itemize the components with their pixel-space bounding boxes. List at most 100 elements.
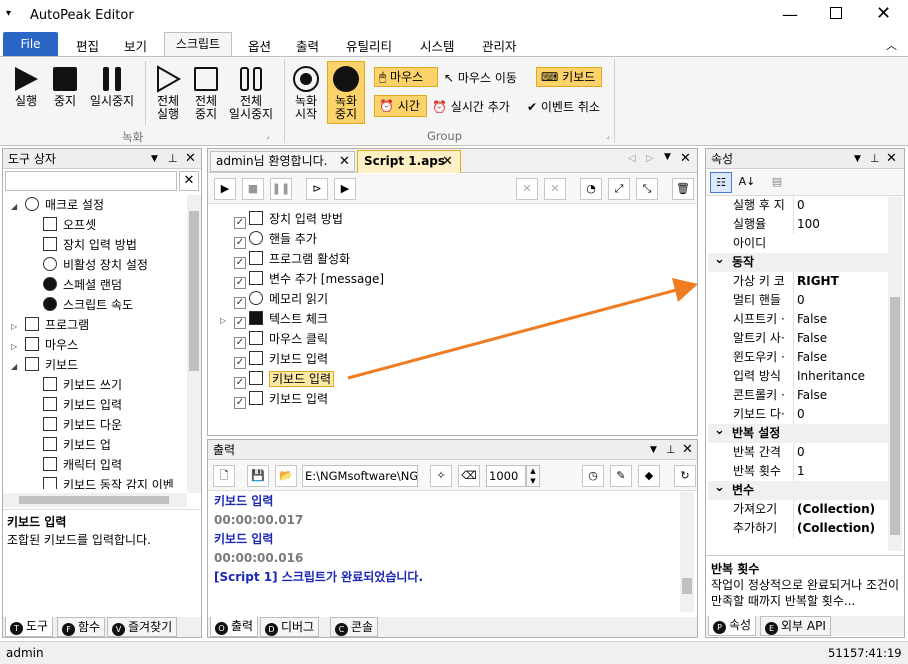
property-value[interactable]: 0 xyxy=(793,196,888,215)
record-start-label[interactable]: 녹화 시작 xyxy=(288,95,324,121)
menu-system[interactable]: 시스템 xyxy=(420,36,455,55)
close-icon[interactable]: ✕ xyxy=(339,152,350,171)
menu-output[interactable]: 출력 xyxy=(296,36,319,55)
script-step[interactable]: ✓ 프로그램 활성화 xyxy=(220,249,350,269)
delete-all-icon[interactable]: ✕ xyxy=(544,178,566,200)
delete-icon[interactable]: ✕ xyxy=(516,178,538,200)
property-row[interactable]: 시프트키 · False xyxy=(708,310,888,329)
property-category[interactable]: ⌄ 변수 xyxy=(708,480,888,500)
pin-icon[interactable]: ⊥ xyxy=(666,440,676,460)
stop-button[interactable] xyxy=(53,67,77,91)
tab-속성[interactable]: P 속성 xyxy=(708,616,757,636)
keyboard-button[interactable]: ⌨ 키보드 xyxy=(536,67,602,87)
pause-button[interactable] xyxy=(100,67,124,91)
record-start-button[interactable] xyxy=(293,66,319,92)
toolbox-item[interactable]: 키보드 쓰기 xyxy=(43,375,122,395)
property-row[interactable]: 콘트롤키 · False xyxy=(708,386,888,405)
property-value[interactable]: 0 xyxy=(793,405,888,424)
scrollbar[interactable] xyxy=(888,197,902,551)
all-stop-label[interactable]: 전체 중지 xyxy=(188,95,224,121)
pin-icon[interactable]: ⊥ xyxy=(168,149,178,169)
property-row[interactable]: 키보드 다· 0 xyxy=(708,405,888,424)
clock-icon[interactable]: ◷ xyxy=(582,465,604,487)
line-count-input[interactable] xyxy=(486,465,526,487)
mouse-button[interactable]: 🖱 마우스 xyxy=(374,67,438,87)
dropdown-icon[interactable]: ▼ xyxy=(664,152,671,162)
all-pause-button[interactable] xyxy=(237,67,265,91)
collapse-arrow-icon[interactable]: ◢ xyxy=(11,197,25,217)
toolbox-item[interactable]: 캐릭터 입력 xyxy=(43,455,122,475)
step-checkbox[interactable]: ✓ xyxy=(234,297,246,309)
property-value[interactable]: (Collection) xyxy=(793,500,888,519)
toolbox-item[interactable]: 키보드 다운 xyxy=(43,415,122,435)
scrollbar[interactable] xyxy=(680,492,694,612)
scrollbar[interactable] xyxy=(187,195,201,493)
property-row[interactable]: 가상 키 코 RIGHT xyxy=(708,272,888,291)
property-row[interactable]: 실행율 100 xyxy=(708,215,888,234)
folder-icon[interactable]: 📂 xyxy=(275,465,297,487)
toolbox-item[interactable]: 오프셋 xyxy=(43,215,96,235)
all-stop-button[interactable] xyxy=(194,67,218,91)
h-scrollbar[interactable] xyxy=(3,493,187,507)
collapse-arrow-icon[interactable]: ⌄ xyxy=(714,421,725,440)
mouse-move-button[interactable]: ↖ 마우스 이동 xyxy=(444,69,517,86)
property-row[interactable]: 멀티 핸들 0 xyxy=(708,291,888,310)
close-icon[interactable]: ✕ xyxy=(876,3,891,24)
tab-script1[interactable]: Script 1.aps ✕ xyxy=(357,150,461,173)
script-step[interactable]: ✓ 키보드 입력 xyxy=(220,369,335,389)
time-button[interactable]: ⏰ 시간 xyxy=(374,95,427,117)
event-cancel-button[interactable]: ✔ 이벤트 취소 xyxy=(527,98,600,115)
toolbox-item[interactable]: 비활성 장치 설정 xyxy=(43,255,148,275)
property-value[interactable]: False xyxy=(793,386,888,405)
step-checkbox[interactable]: ✓ xyxy=(234,377,246,389)
toolbox-item[interactable]: ◢ 매크로 설정 xyxy=(11,195,104,215)
collapse-arrow-icon[interactable]: ◢ xyxy=(11,357,25,377)
script-step[interactable]: ✓ 메모리 읽기 xyxy=(220,289,328,309)
toolbox-item[interactable]: ▷ 프로그램 xyxy=(11,315,89,335)
property-value[interactable]: False xyxy=(793,329,888,348)
toolbox-item[interactable]: ◢ 키보드 xyxy=(11,355,78,375)
script-step[interactable]: ✓ 키보드 입력 xyxy=(220,349,328,369)
scroll-right-icon[interactable]: ▷ xyxy=(646,153,654,164)
expand-arrow-icon[interactable]: ▷ xyxy=(220,311,234,331)
menu-options[interactable]: 옵션 xyxy=(248,36,271,55)
toolbox-item[interactable]: 스크립트 속도 xyxy=(43,295,133,315)
brush-icon[interactable]: ✎ xyxy=(610,465,632,487)
step-checkbox[interactable]: ✓ xyxy=(234,397,246,409)
property-category[interactable]: ⌄ 동작 xyxy=(708,252,888,272)
tab-출력[interactable]: O 출력 xyxy=(210,617,259,637)
step-checkbox[interactable]: ✓ xyxy=(234,357,246,369)
run-button[interactable] xyxy=(12,65,40,93)
step-checkbox[interactable]: ✓ xyxy=(234,317,246,329)
property-value[interactable]: 100 xyxy=(793,215,888,234)
dropdown-icon[interactable]: ▼ xyxy=(854,149,861,169)
menu-view[interactable]: 보기 xyxy=(124,36,147,55)
property-category[interactable]: ⌄ 반복 설정 xyxy=(708,421,888,443)
all-run-label[interactable]: 전체 실행 xyxy=(150,95,186,121)
property-row[interactable]: 아이디 xyxy=(708,234,888,253)
property-row[interactable]: 반복 횟수 1 xyxy=(708,462,888,481)
all-run-button[interactable] xyxy=(154,65,182,93)
step-checkbox[interactable]: ✓ xyxy=(234,257,246,269)
minimize-icon[interactable]: — xyxy=(782,5,798,24)
step-checkbox[interactable]: ✓ xyxy=(234,237,246,249)
toolbox-item[interactable]: 장치 입력 방법 xyxy=(43,235,137,255)
property-row[interactable]: 알트키 사· False xyxy=(708,329,888,348)
save-icon[interactable]: 💾 xyxy=(247,465,269,487)
step-into-icon[interactable]: ▶ xyxy=(334,178,356,200)
dropdown-icon[interactable]: ▼ xyxy=(650,440,657,460)
menu-utility[interactable]: 유틸리티 xyxy=(346,36,392,55)
close-icon[interactable]: ✕ xyxy=(442,151,453,172)
property-value[interactable]: 1 xyxy=(793,462,888,481)
all-pause-label[interactable]: 전체 일시중지 xyxy=(222,95,280,121)
maximize-icon[interactable] xyxy=(830,7,842,19)
fill-icon[interactable]: ◆ xyxy=(638,465,660,487)
new-file-icon[interactable]: 🗋 xyxy=(213,465,235,487)
tab-콘솔[interactable]: C 콘솔 xyxy=(330,617,379,637)
clear-search-icon[interactable]: ✕ xyxy=(179,171,199,191)
group-launcher-icon[interactable]: ⌟ xyxy=(606,131,610,140)
property-value[interactable]: 0 xyxy=(793,291,888,310)
property-value[interactable]: False xyxy=(793,348,888,367)
group-launcher-icon[interactable]: ⌟ xyxy=(266,131,270,140)
expand-arrow-icon[interactable]: ▷ xyxy=(11,337,25,357)
